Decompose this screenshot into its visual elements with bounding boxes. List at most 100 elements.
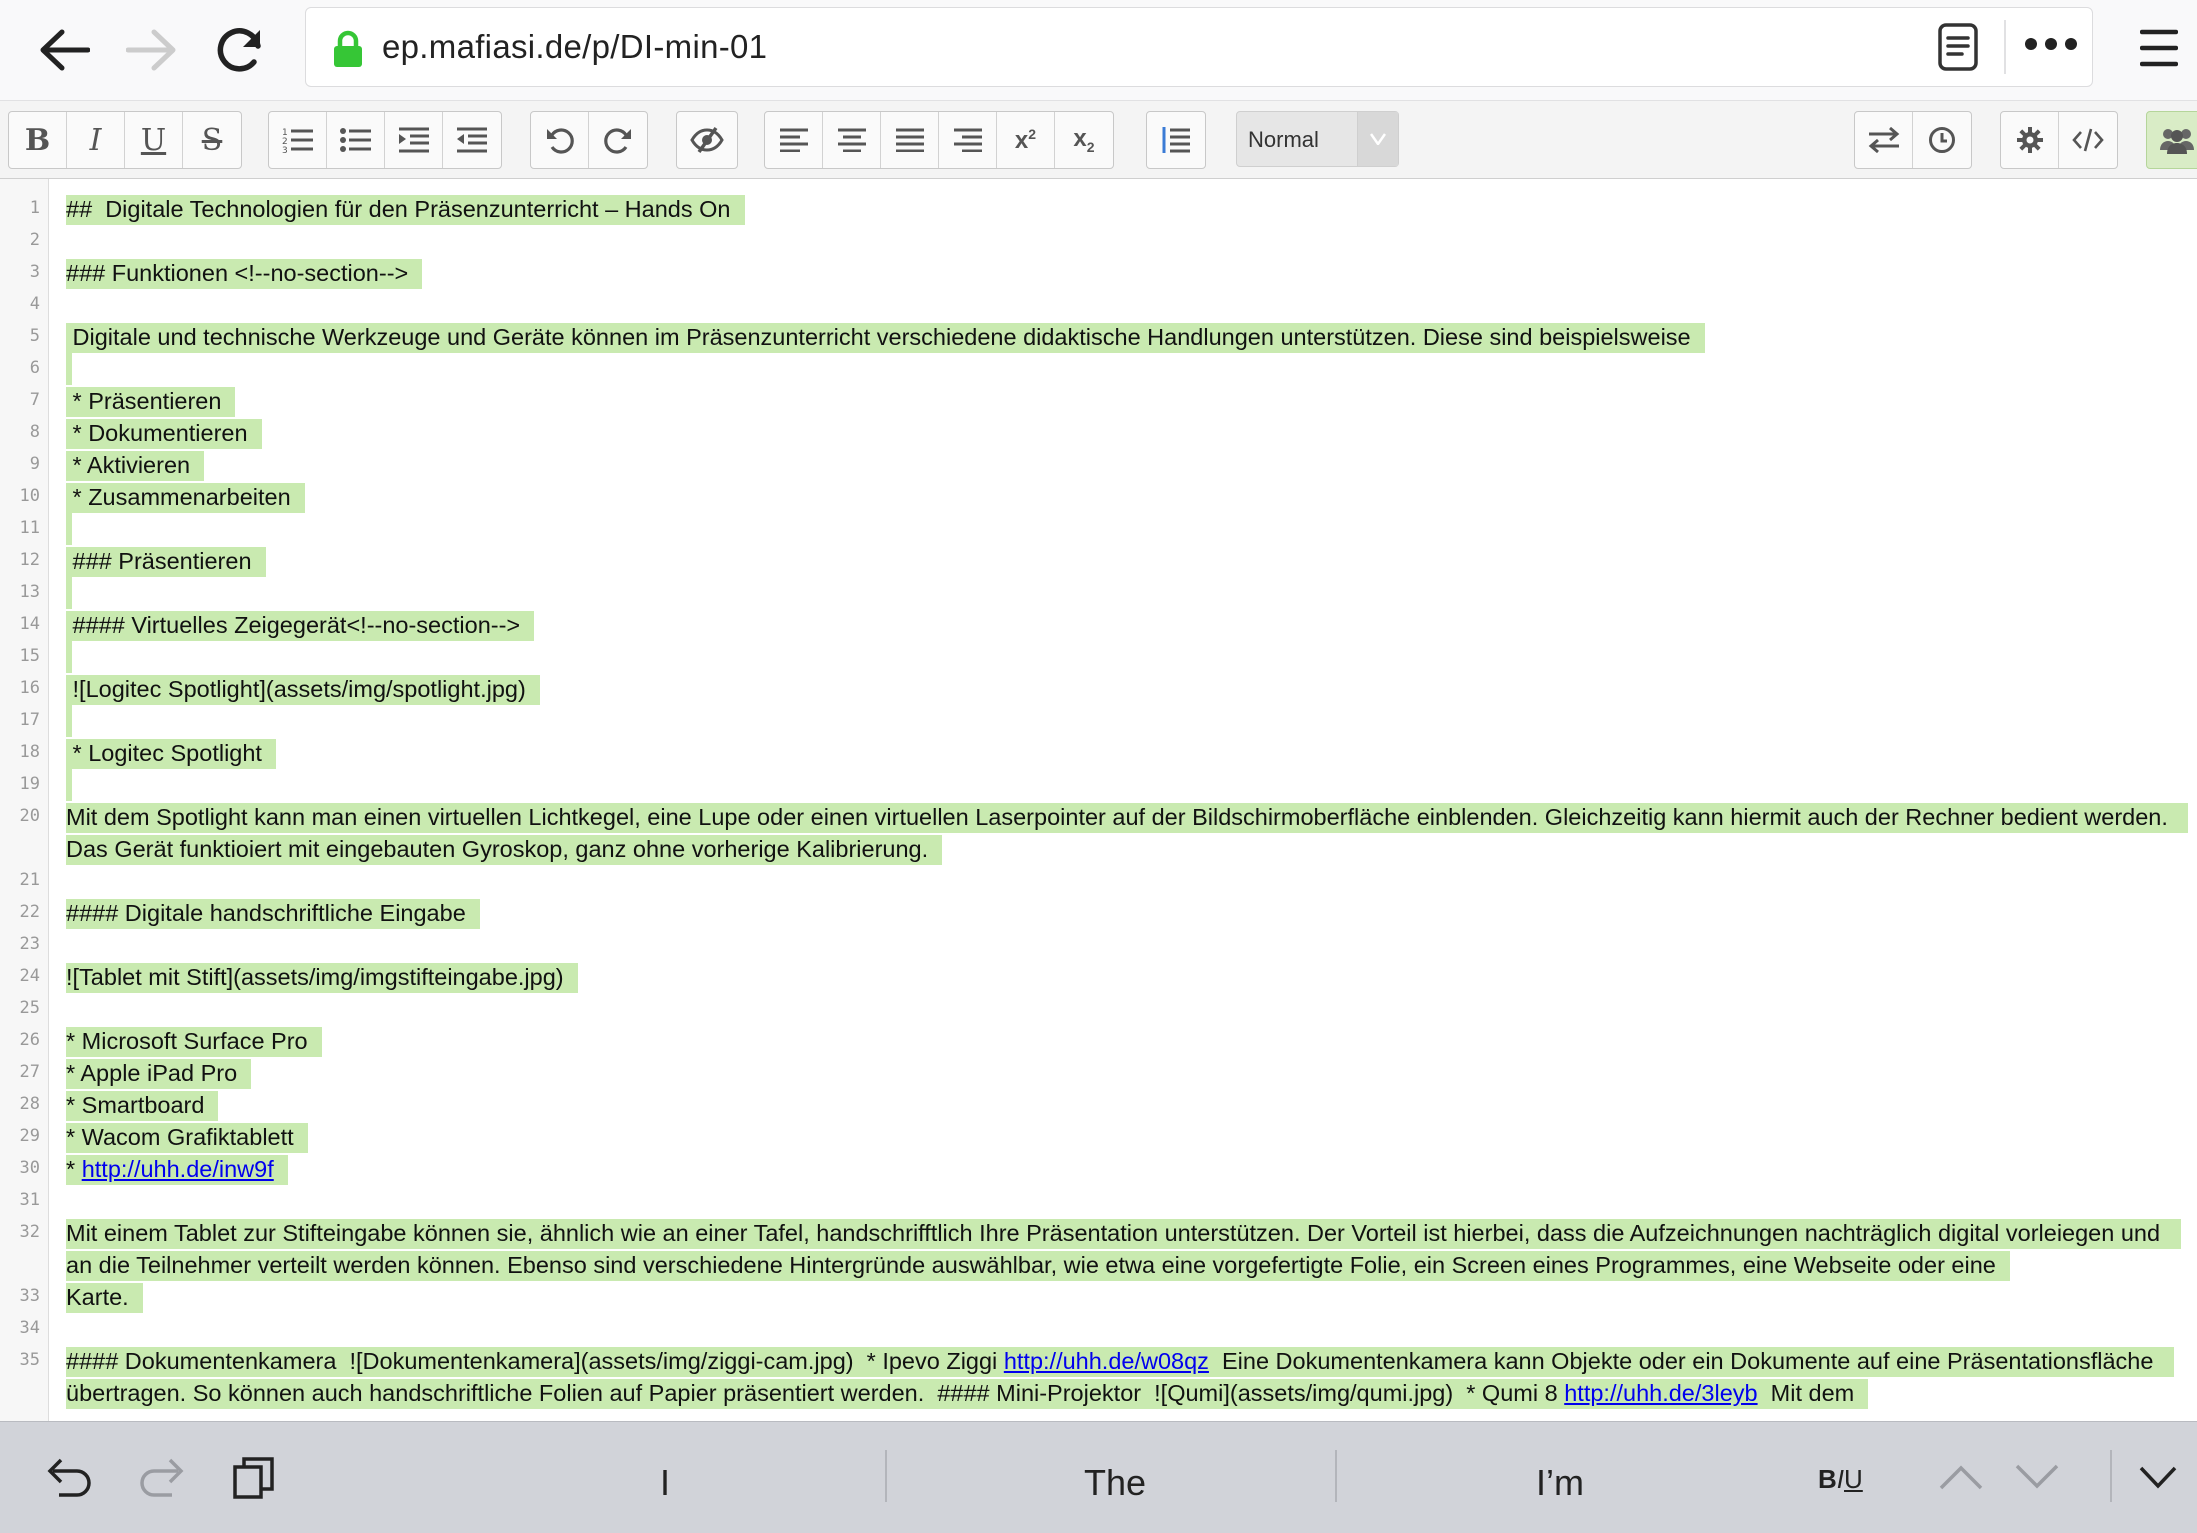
bold-button[interactable]: B — [9, 112, 67, 168]
suggestion-1[interactable]: I — [560, 1462, 770, 1504]
line-number: 29 — [19, 1126, 40, 1146]
line-number: 23 — [19, 934, 40, 954]
editor-line[interactable]: 16 ![Logitec Spotlight](assets/img/spotl… — [0, 673, 2197, 705]
editor-line[interactable]: 24 ![Tablet mit Stift](assets/img/imgstif… — [0, 961, 2197, 993]
pad-editor[interactable]: 1 ## Digitale Technologien für den Präsen… — [0, 179, 2197, 1421]
paste-icon[interactable] — [232, 1452, 276, 1502]
redo-icon[interactable] — [138, 1452, 186, 1502]
reader-view-icon[interactable] — [1936, 22, 1980, 77]
dismiss-keyboard-icon[interactable] — [2138, 1452, 2178, 1502]
alignment-group: x2 x2 — [764, 111, 1114, 169]
editor-line[interactable]: 26 * Microsoft Surface Pro — [0, 1025, 2197, 1057]
editor-line[interactable]: 8 * Dokumentieren — [0, 417, 2197, 449]
line-numbers-group — [1146, 111, 1206, 169]
ordered-list-button[interactable]: 123 — [269, 112, 327, 168]
url-text: ep.mafiasi.de/p/DI-min-01 — [382, 28, 768, 65]
italic-button[interactable]: I — [67, 112, 125, 168]
editor-line[interactable]: 11 — [0, 513, 2197, 545]
more-dots-icon[interactable] — [2024, 36, 2078, 57]
subscript-button[interactable]: x2 — [1055, 112, 1113, 168]
back-arrow-icon[interactable] — [32, 18, 96, 82]
editor-line[interactable]: 28 * Smartboard — [0, 1089, 2197, 1121]
undo-button[interactable] — [531, 112, 589, 168]
editor-line[interactable]: 18 * Logitec Spotlight — [0, 737, 2197, 769]
line-link[interactable]: http://uhh.de/inw9f — [82, 1156, 274, 1182]
align-left-button[interactable] — [765, 112, 823, 168]
bullet-list-button[interactable] — [327, 112, 385, 168]
editor-line[interactable]: 20 Mit dem Spotlight kann man einen virtu… — [0, 801, 2197, 865]
editor-line[interactable]: 23 — [0, 929, 2197, 961]
timeslider-button[interactable] — [1913, 112, 1971, 168]
subscript-icon: x2 — [1073, 125, 1095, 155]
editor-line[interactable]: 34 — [0, 1313, 2197, 1345]
editor-line[interactable]: 2 — [0, 225, 2197, 257]
editor-line[interactable]: 13 — [0, 577, 2197, 609]
editor-line[interactable]: 22 #### Digitale handschriftliche Eingabe — [0, 897, 2197, 929]
settings-button[interactable] — [2001, 112, 2059, 168]
align-justify-button[interactable] — [881, 112, 939, 168]
chevron-down-icon[interactable] — [2014, 1452, 2060, 1502]
editor-line[interactable]: 31 — [0, 1185, 2197, 1217]
line-link[interactable]: http://uhh.de/3leyb — [1564, 1380, 1757, 1406]
editor-toolbar: B I U S 123 x2 x2 Normal — [0, 101, 2197, 179]
editor-line[interactable]: 19 — [0, 769, 2197, 801]
editor-line[interactable]: 14 #### Virtuelles Zeigegerät<!--no-sect… — [0, 609, 2197, 641]
align-right-button[interactable] — [939, 112, 997, 168]
line-text: * Smartboard — [66, 1089, 2176, 1121]
editor-line[interactable]: 29 * Wacom Grafiktablett — [0, 1121, 2197, 1153]
format-biu-button[interactable]: BIU — [1818, 1464, 1863, 1495]
line-numbers-button[interactable] — [1147, 112, 1205, 168]
editor-line[interactable]: 12 ### Präsentieren — [0, 545, 2197, 577]
lock-icon — [332, 30, 364, 73]
format-select[interactable]: Normal — [1236, 111, 1399, 167]
editor-line[interactable]: 6 — [0, 353, 2197, 385]
editor-line[interactable]: 9 * Aktivieren — [0, 449, 2197, 481]
editor-line[interactable]: 15 — [0, 641, 2197, 673]
editor-line[interactable]: 5 Digitale und technische Werkzeuge und … — [0, 321, 2197, 353]
outdent-button[interactable] — [443, 112, 501, 168]
users-button[interactable] — [2147, 112, 2197, 168]
underline-icon: U — [140, 122, 167, 158]
line-text: ![Logitec Spotlight](assets/img/spotligh… — [66, 673, 2176, 705]
editor-line[interactable]: 35 #### Dokumentenkamera ![Dokumentenkame… — [0, 1345, 2197, 1421]
line-number: 12 — [19, 550, 40, 570]
embed-button[interactable] — [2059, 112, 2117, 168]
editor-line[interactable]: 7 * Präsentieren — [0, 385, 2197, 417]
chevron-up-icon[interactable] — [1938, 1452, 1984, 1502]
underline-button[interactable]: U — [125, 112, 183, 168]
strikethrough-icon: S — [201, 122, 223, 158]
undo-icon[interactable] — [45, 1452, 93, 1502]
editor-line[interactable]: 10 * Zusammenarbeiten — [0, 481, 2197, 513]
editor-line[interactable]: 17 — [0, 705, 2197, 737]
indent-button[interactable] — [385, 112, 443, 168]
line-text: #### Dokumentenkamera ![Dokumentenkamera… — [66, 1345, 2176, 1409]
superscript-button[interactable]: x2 — [997, 112, 1055, 168]
editor-line[interactable]: 25 — [0, 993, 2197, 1025]
forward-arrow-icon[interactable] — [120, 18, 184, 82]
line-number: 25 — [19, 998, 40, 1018]
reload-icon[interactable] — [208, 18, 272, 82]
editor-line[interactable]: 33 Karte. — [0, 1281, 2197, 1313]
author-color-marker — [66, 577, 72, 609]
suggestion-2[interactable]: The — [1010, 1462, 1220, 1504]
outdent-icon — [457, 127, 487, 153]
editor-line[interactable]: 30 * http://uhh.de/inw9f — [0, 1153, 2197, 1185]
browser-toolbar: ep.mafiasi.de/p/DI-min-01 — [0, 0, 2197, 101]
hamburger-menu-icon[interactable] — [2139, 28, 2179, 73]
align-center-button[interactable] — [823, 112, 881, 168]
editor-line[interactable]: 1 ## Digitale Technologien für den Präsen… — [0, 193, 2197, 225]
clear-authorship-button[interactable] — [677, 112, 737, 168]
url-bar[interactable]: ep.mafiasi.de/p/DI-min-01 — [305, 7, 2093, 87]
line-link[interactable]: http://uhh.de/w08qz — [1004, 1348, 1209, 1374]
editor-line[interactable]: 4 — [0, 289, 2197, 321]
suggestion-3[interactable]: I’m — [1455, 1462, 1665, 1504]
editor-line[interactable]: 27 * Apple iPad Pro — [0, 1057, 2197, 1089]
line-text: ## Digitale Technologien für den Präsenz… — [66, 193, 2176, 225]
redo-button[interactable] — [589, 112, 647, 168]
align-center-icon — [837, 128, 866, 152]
suggestion-divider — [1335, 1450, 1337, 1502]
editor-line[interactable]: 3 ### Funktionen <!--no-section--> — [0, 257, 2197, 289]
import-export-button[interactable] — [1855, 112, 1913, 168]
editor-line[interactable]: 21 — [0, 865, 2197, 897]
strikethrough-button[interactable]: S — [183, 112, 241, 168]
